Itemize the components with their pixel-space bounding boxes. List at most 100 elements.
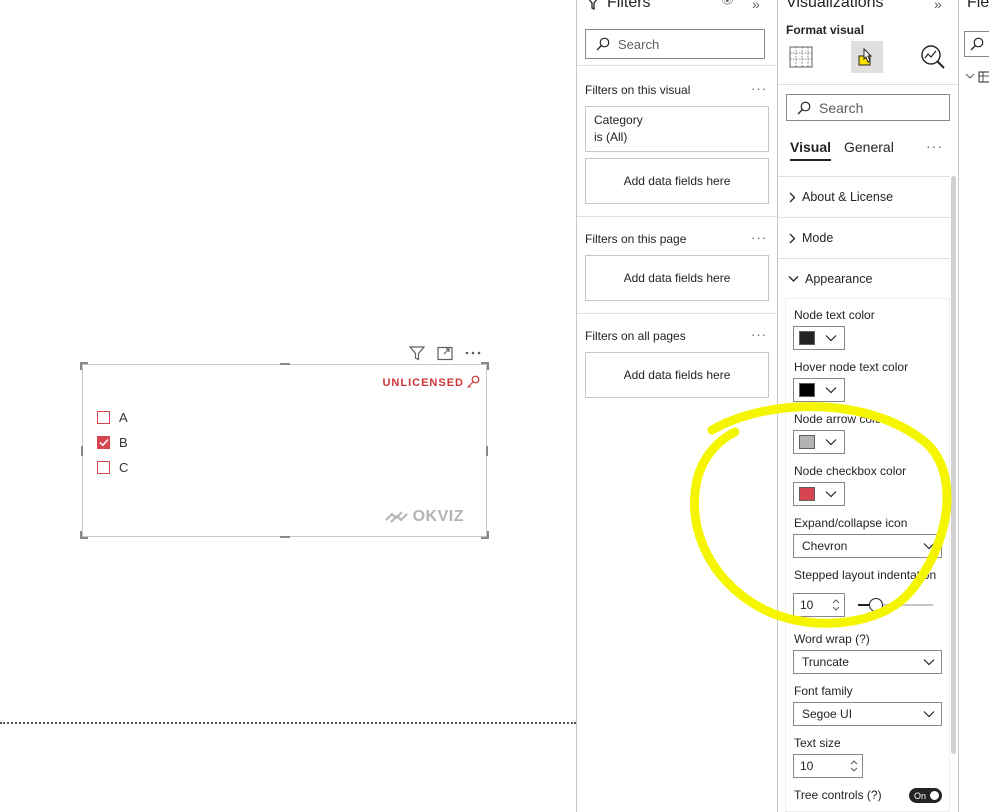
- visual-header: [408, 344, 481, 362]
- resize-handle[interactable]: [487, 531, 489, 539]
- resize-handle[interactable]: [80, 531, 82, 539]
- fields-search-input[interactable]: [964, 31, 989, 57]
- collapse-pane-icon[interactable]: »: [934, 0, 942, 12]
- table-expand-icon[interactable]: [965, 70, 989, 88]
- search-placeholder: Search: [819, 99, 864, 116]
- font-family-dropdown[interactable]: Segoe UI: [793, 702, 942, 726]
- indentation-slider-track[interactable]: [858, 598, 933, 612]
- checkbox[interactable]: [97, 461, 110, 474]
- word-wrap-label: Word wrap (?): [794, 632, 870, 646]
- toggle-label: On: [914, 790, 927, 801]
- resize-handle[interactable]: [280, 363, 290, 365]
- slider-thumb[interactable]: [869, 598, 883, 612]
- tree-controls-toggle[interactable]: On: [909, 788, 942, 803]
- text-size-label: Text size: [794, 736, 841, 750]
- pane-title-text: Filters: [607, 0, 651, 11]
- font-family-label: Font family: [794, 684, 853, 698]
- more-options-icon[interactable]: ···: [926, 138, 943, 154]
- list-item[interactable]: C: [97, 455, 128, 480]
- node-text-color-label: Node text color: [794, 308, 875, 322]
- stepper-value: 10: [800, 598, 814, 612]
- filters-pane: Filters 👁 » Search Filters on this visua…: [576, 0, 777, 812]
- add-fields-all-dropzone[interactable]: Add data fields here: [585, 352, 769, 398]
- dropdown-value: Truncate: [802, 655, 849, 669]
- resize-handle[interactable]: [80, 362, 82, 370]
- section-about-license[interactable]: About & License: [778, 176, 950, 217]
- indentation-stepper[interactable]: 10: [793, 593, 845, 617]
- brand-label: OKVIZ: [412, 508, 464, 525]
- format-visual-icon[interactable]: [851, 41, 883, 73]
- category-filter-card[interactable]: Category is (All): [585, 106, 769, 152]
- divider: [577, 313, 777, 314]
- resize-handle[interactable]: [81, 446, 83, 456]
- chevron-down-icon: [923, 543, 935, 550]
- checkbox-checked[interactable]: [97, 436, 110, 449]
- filters-title: Filters: [587, 0, 651, 12]
- expand-collapse-icon-label: Expand/collapse icon: [794, 516, 908, 530]
- checkbox[interactable]: [97, 411, 110, 424]
- dropdown-value: Segoe UI: [802, 707, 853, 721]
- tree-list: A B C: [97, 405, 128, 480]
- list-item[interactable]: A: [97, 405, 128, 430]
- text-size-stepper[interactable]: 10: [793, 754, 863, 778]
- more-options-icon[interactable]: [464, 345, 481, 361]
- section-appearance[interactable]: Appearance: [778, 258, 950, 299]
- color-swatch: [799, 331, 815, 345]
- chevron-down-icon: [825, 439, 837, 446]
- node-arrow-color-label: Node arrow color: [794, 412, 886, 426]
- fields-pane: Fiel: [958, 0, 989, 812]
- color-swatch: [799, 383, 815, 397]
- dropdown-value: Chevron: [802, 539, 848, 553]
- hover-node-text-color-label: Hover node text color: [794, 360, 909, 374]
- filters-on-visual-label: Filters on this visual: [585, 83, 691, 97]
- visibility-icon[interactable]: 👁: [721, 0, 734, 7]
- more-options-icon[interactable]: ···: [751, 327, 767, 342]
- word-wrap-dropdown[interactable]: Truncate: [793, 650, 942, 674]
- filter-icon[interactable]: [408, 345, 425, 361]
- tree-controls-label: Tree controls (?): [794, 788, 882, 802]
- more-options-icon[interactable]: ···: [751, 81, 767, 96]
- hover-node-text-color-picker[interactable]: [793, 378, 845, 402]
- section-label: Mode: [802, 231, 834, 245]
- chevron-down-icon: [788, 276, 799, 282]
- collapse-pane-icon[interactable]: »: [752, 0, 760, 12]
- chevron-down-icon: [825, 387, 837, 394]
- section-mode[interactable]: Mode: [778, 217, 950, 258]
- more-options-icon[interactable]: ···: [751, 230, 767, 245]
- filter-field-name: Category: [594, 113, 643, 127]
- format-pane-scrollbar[interactable]: [951, 176, 956, 754]
- list-item[interactable]: B: [97, 430, 128, 455]
- chevron-down-icon: [825, 491, 837, 498]
- add-fields-page-dropzone[interactable]: Add data fields here: [585, 255, 769, 301]
- format-visual-label: Format visual: [786, 23, 865, 37]
- hierarchy-slicer-visual[interactable]: UNLICENSED A B C OKVIZ: [80, 362, 489, 539]
- key-icon[interactable]: [466, 375, 480, 394]
- build-visual-icon[interactable]: [788, 44, 814, 75]
- add-fields-visual-dropzone[interactable]: Add data fields here: [585, 158, 769, 204]
- node-checkbox-color-label: Node checkbox color: [794, 464, 907, 478]
- node-arrow-color-picker[interactable]: [793, 430, 845, 454]
- resize-handle[interactable]: [487, 362, 489, 370]
- analytics-icon[interactable]: [920, 44, 946, 75]
- format-search-input[interactable]: Search: [786, 94, 950, 121]
- okviz-logo: OKVIZ: [384, 508, 464, 526]
- chevron-down-icon: [923, 711, 935, 718]
- search-icon: [596, 37, 610, 51]
- tab-general[interactable]: General: [844, 139, 894, 155]
- spinner-arrows-icon[interactable]: [832, 597, 840, 613]
- search-placeholder: Search: [618, 36, 660, 52]
- resize-handle[interactable]: [280, 536, 290, 538]
- toggle-knob: [930, 791, 939, 800]
- node-text-color-picker[interactable]: [793, 326, 845, 350]
- divider: [577, 216, 777, 217]
- chevron-down-icon: [923, 659, 935, 666]
- resize-handle[interactable]: [486, 446, 488, 456]
- expand-collapse-icon-dropdown[interactable]: Chevron: [793, 534, 942, 558]
- report-canvas: UNLICENSED A B C OKVIZ: [0, 0, 576, 812]
- tab-visual[interactable]: Visual: [790, 139, 831, 161]
- node-checkbox-color-picker[interactable]: [793, 482, 845, 506]
- focus-mode-icon[interactable]: [436, 345, 453, 361]
- spinner-arrows-icon[interactable]: [850, 758, 858, 774]
- filters-search-input[interactable]: Search: [585, 29, 765, 59]
- stepper-value: 10: [800, 759, 814, 773]
